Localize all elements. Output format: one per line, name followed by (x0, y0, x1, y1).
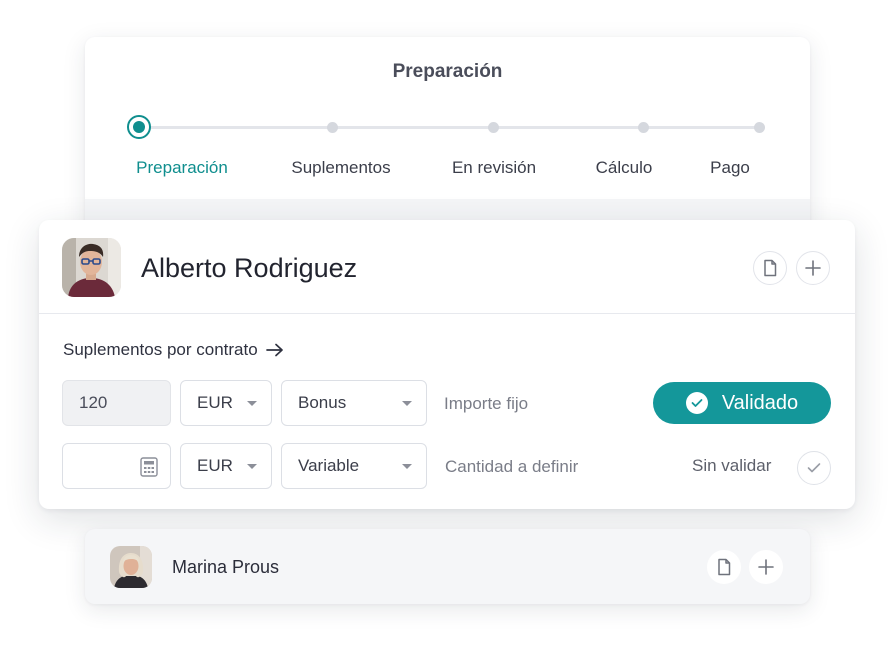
type-value: Bonus (298, 393, 347, 412)
step-label-pago[interactable]: Pago (710, 158, 750, 178)
arrow-right-icon (265, 343, 283, 357)
chevron-down-icon (402, 401, 412, 406)
currency-select[interactable]: EUR (180, 380, 272, 426)
currency-value: EUR (197, 456, 233, 475)
step-dot-preparacion[interactable] (127, 115, 151, 139)
step-label-en-revision[interactable]: En revisión (452, 158, 536, 178)
amount-input[interactable]: 120 (62, 380, 171, 426)
employee-card-header: Alberto Rodriguez (39, 220, 855, 314)
currency-value: EUR (197, 393, 233, 412)
validate-button[interactable] (797, 451, 831, 485)
step-label-preparacion[interactable]: Preparación (136, 158, 228, 178)
progress-stepper-card: Preparación Preparación Suplementos En r… (85, 37, 810, 237)
step-dot-en-revision[interactable] (488, 122, 499, 133)
amount-hint: Cantidad a definir (445, 457, 579, 476)
employee-name: Marina Prous (172, 557, 280, 577)
add-button[interactable] (749, 550, 783, 584)
currency-select[interactable]: EUR (180, 443, 272, 489)
type-select[interactable]: Bonus (281, 380, 427, 426)
step-dot-calculo[interactable] (638, 122, 649, 133)
avatar (110, 546, 152, 588)
stepper-track (139, 126, 759, 129)
section-label: Suplementos por contrato (63, 340, 258, 359)
avatar (62, 238, 121, 297)
stepper-title: Preparación (392, 61, 503, 82)
plus-icon (758, 559, 774, 575)
document-button[interactable] (707, 550, 741, 584)
calculator-icon (140, 457, 158, 477)
document-icon (718, 558, 731, 576)
chevron-down-icon (247, 401, 257, 406)
check-icon (807, 463, 821, 473)
document-icon (764, 259, 777, 277)
validated-button[interactable]: Validado (653, 382, 831, 424)
type-select[interactable]: Variable (281, 443, 427, 489)
validated-label: Validado (721, 391, 799, 414)
chevron-down-icon (402, 464, 412, 469)
employee-card-alberto: Alberto Rodriguez Suplementos por contra… (39, 220, 855, 509)
document-button[interactable] (753, 251, 787, 285)
status-text: Sin validar (692, 456, 772, 475)
type-value: Variable (298, 456, 360, 475)
step-label-suplementos[interactable]: Suplementos (291, 158, 390, 178)
employee-card-marina: Marina Prous (85, 529, 810, 604)
employee-name: Alberto Rodriguez (141, 253, 358, 283)
chevron-down-icon (247, 464, 257, 469)
add-button[interactable] (796, 251, 830, 285)
check-circle-icon (685, 392, 708, 414)
amount-hint: Importe fijo (444, 394, 529, 413)
step-dot-suplementos[interactable] (327, 122, 338, 133)
plus-icon (805, 260, 821, 276)
amount-input[interactable] (62, 443, 171, 489)
step-label-calculo[interactable]: Cálculo (596, 158, 653, 178)
step-dot-pago[interactable] (754, 122, 765, 133)
section-link-suplementos[interactable]: Suplementos por contrato (63, 340, 284, 360)
